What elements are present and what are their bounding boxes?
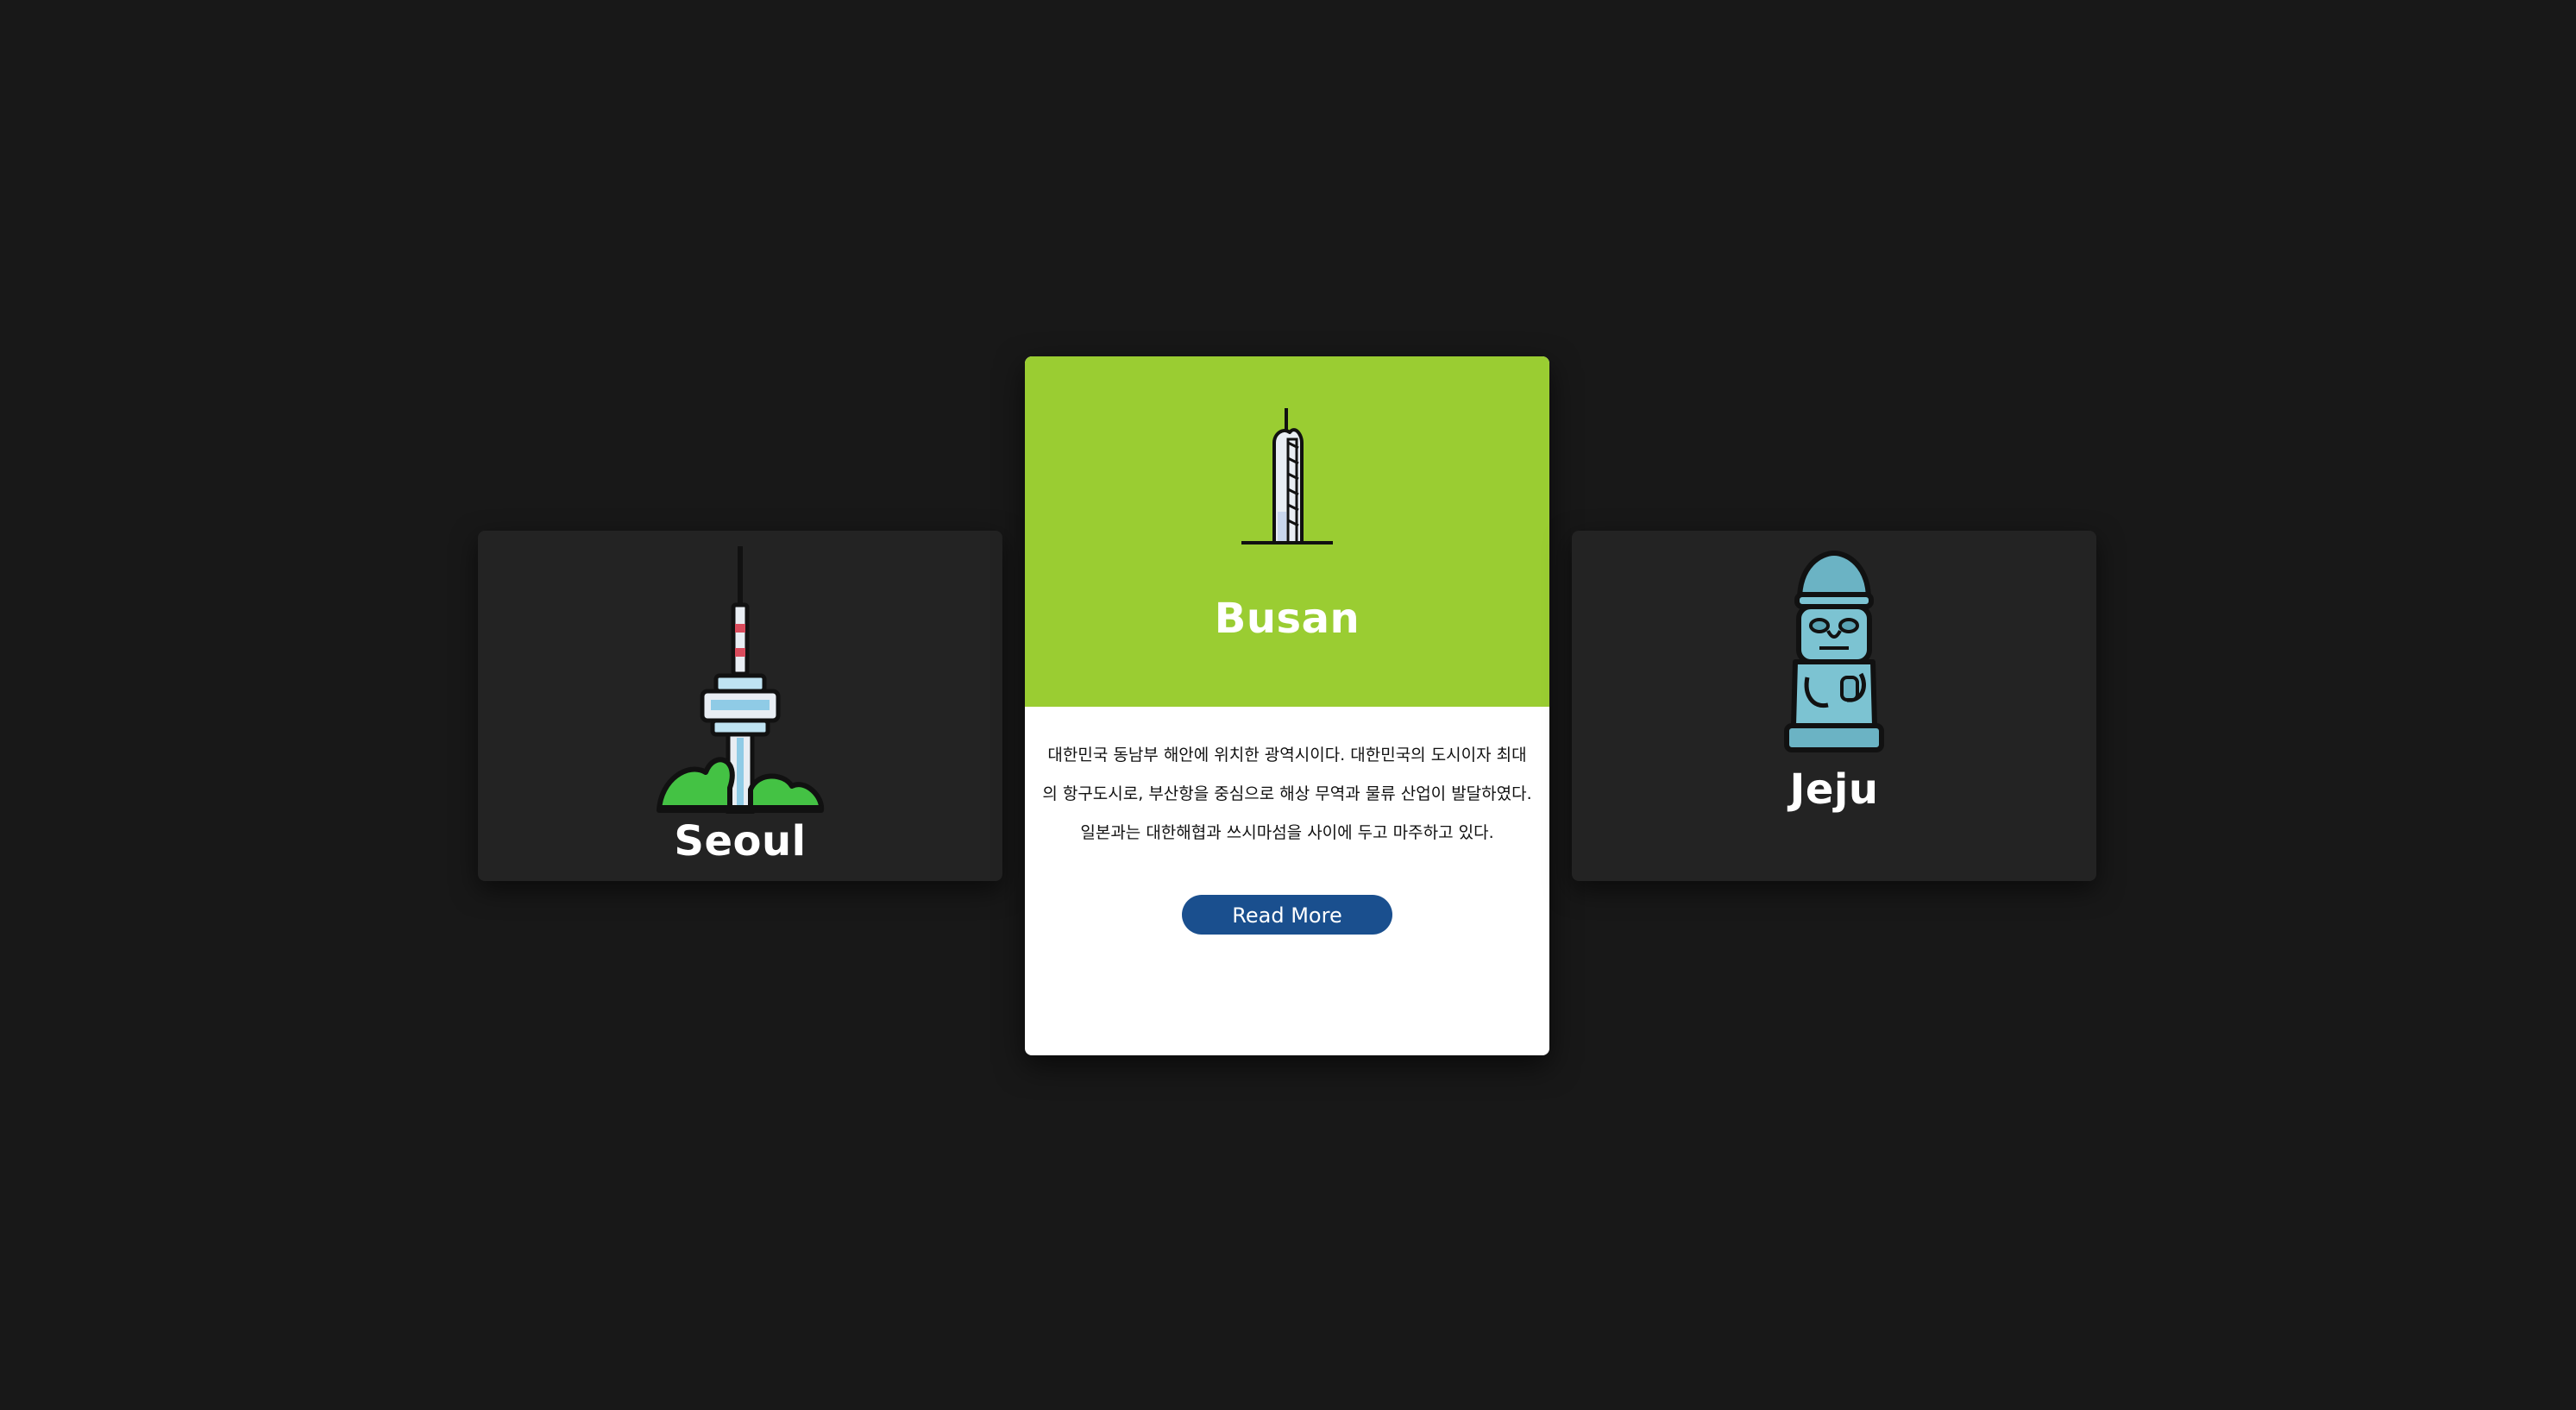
skyscraper-icon	[1241, 408, 1333, 544]
card-jeju[interactable]: Jeju	[1572, 531, 2096, 881]
card-description: 대한민국 동남부 해안에 위치한 광역시이다. 대한민국의 도시이자 최대의 항…	[1042, 746, 1532, 842]
jeju-icon-wrap	[1572, 548, 2096, 755]
dol-hareubang-icon	[1784, 551, 1884, 752]
seoul-icon-wrap	[478, 546, 1002, 814]
card-header: Busan	[1025, 356, 1549, 707]
card-title-busan: Busan	[1214, 595, 1360, 643]
card-busan[interactable]: Busan 대한민국 동남부 해안에 위치한 광역시이다. 대한민국의 도시이자…	[1025, 356, 1549, 1055]
card-title-seoul: Seoul	[674, 817, 807, 866]
busan-icon-wrap	[1025, 408, 1549, 546]
card-seoul[interactable]: Seoul	[478, 531, 1002, 881]
read-more-button[interactable]: Read More	[1182, 895, 1392, 935]
card-title-jeju: Jeju	[1789, 765, 1879, 814]
card-carousel: Seoul Busan 대한민국 동남부 해안에 위치한 광역시이다. 대한민국…	[0, 0, 2576, 1410]
namsan-tower-icon	[657, 546, 825, 814]
